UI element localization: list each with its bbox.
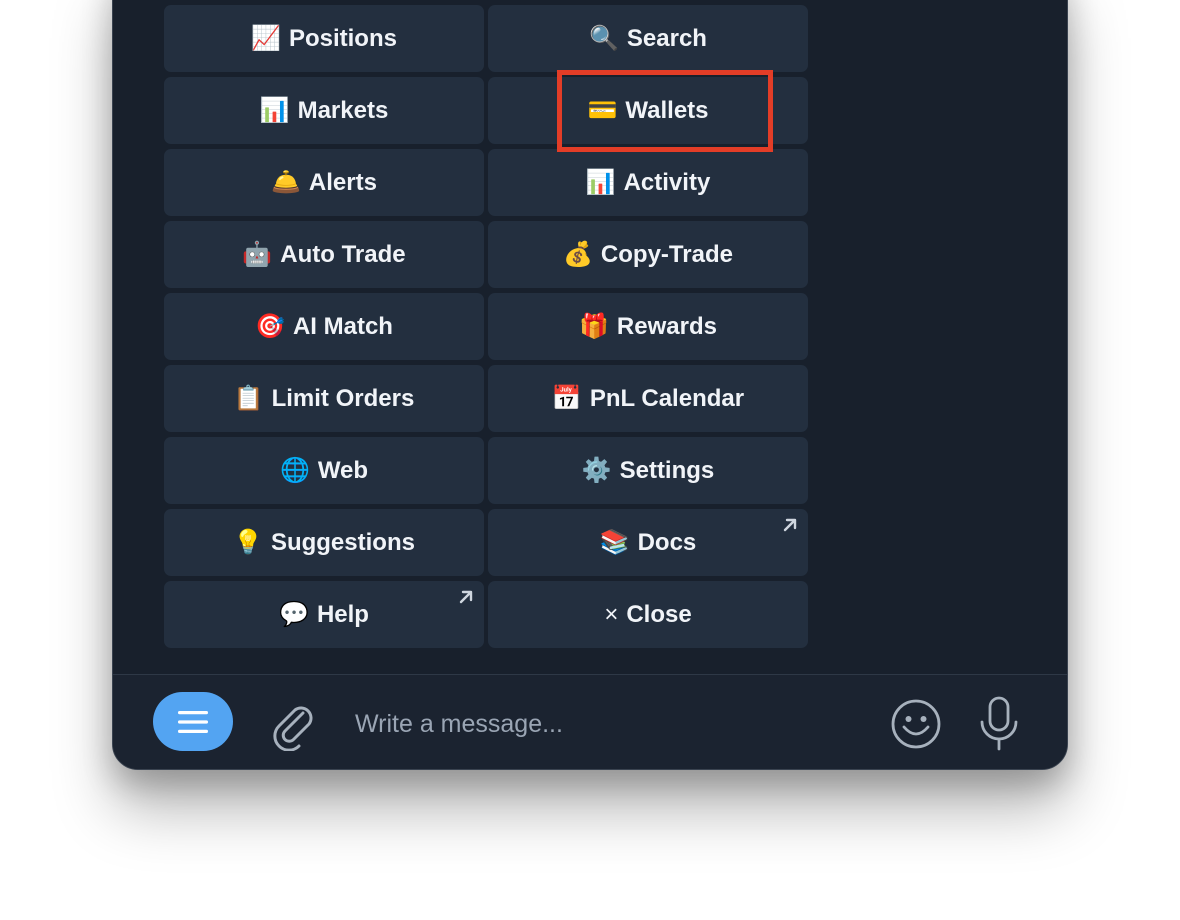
button-label: Positions: [288, 24, 397, 52]
magnifier-icon: 🔍: [589, 24, 619, 52]
button-label: Close: [626, 600, 692, 628]
ai-match-button[interactable]: 🎯 AI Match: [164, 293, 484, 360]
globe-icon: 🌐: [279, 456, 310, 484]
target-icon: 🎯: [255, 312, 285, 340]
chart-increasing-icon: 📈: [251, 24, 281, 52]
alerts-button[interactable]: 🛎️ Alerts: [164, 149, 484, 216]
button-label: Docs: [637, 528, 697, 556]
close-icon: ×: [604, 600, 619, 628]
button-label: Copy-Trade: [600, 240, 733, 268]
button-label: Suggestions: [270, 528, 415, 556]
button-label: Web: [317, 456, 369, 484]
menu-lines-icon: [178, 710, 208, 733]
bot-menu-button[interactable]: [153, 692, 233, 751]
bar-chart-icon: 📊: [259, 96, 290, 124]
activity-button[interactable]: 📊 Activity: [488, 149, 808, 216]
light-bulb-icon: 💡: [233, 528, 263, 556]
chat-window: 📈 Positions 🔍 Search 📊 Markets 💳 Wallets…: [112, 0, 1068, 770]
message-input[interactable]: [353, 695, 877, 753]
wallets-button[interactable]: 💳 Wallets: [488, 77, 808, 144]
gear-icon: ⚙️: [581, 456, 612, 484]
limit-orders-button[interactable]: 📋 Limit Orders: [164, 365, 484, 432]
button-label: Settings: [619, 456, 715, 484]
close-button[interactable]: × Close: [488, 581, 808, 648]
settings-button[interactable]: ⚙️ Settings: [488, 437, 808, 504]
microphone-icon[interactable]: [973, 695, 1025, 753]
button-label: Activity: [623, 168, 711, 196]
docs-button[interactable]: 📚 Docs: [488, 509, 808, 576]
pnl-calendar-button[interactable]: 📅 PnL Calendar: [488, 365, 808, 432]
credit-card-icon: 💳: [587, 96, 618, 124]
paperclip-icon[interactable]: [267, 699, 319, 751]
search-button[interactable]: 🔍 Search: [488, 5, 808, 72]
button-label: Auto Trade: [280, 240, 406, 268]
calendar-icon: 📅: [551, 384, 582, 412]
bot-reply-keyboard: 📈 Positions 🔍 Search 📊 Markets 💳 Wallets…: [113, 0, 1067, 674]
arrow-up-right-icon: [459, 590, 473, 604]
button-label: Alerts: [308, 168, 377, 196]
button-label: Markets: [297, 96, 389, 124]
rewards-button[interactable]: 🎁 Rewards: [488, 293, 808, 360]
auto-trade-button[interactable]: 🤖 Auto Trade: [164, 221, 484, 288]
message-composer: [113, 675, 1067, 769]
suggestions-button[interactable]: 💡 Suggestions: [164, 509, 484, 576]
button-label: PnL Calendar: [589, 384, 745, 412]
positions-button[interactable]: 📈 Positions: [164, 5, 484, 72]
bell-icon: 🛎️: [271, 168, 301, 196]
copy-trade-button[interactable]: 💰 Copy-Trade: [488, 221, 808, 288]
button-label: Help: [316, 600, 369, 628]
web-button[interactable]: 🌐 Web: [164, 437, 484, 504]
bar-chart-icon: 📊: [585, 168, 616, 196]
speech-bubble-icon: 💬: [279, 600, 309, 628]
button-label: Limit Orders: [271, 384, 415, 412]
arrow-up-right-icon: [783, 518, 797, 532]
books-icon: 📚: [599, 528, 630, 556]
button-label: Search: [626, 24, 707, 52]
smiley-icon[interactable]: [889, 697, 943, 751]
markets-button[interactable]: 📊 Markets: [164, 77, 484, 144]
money-bag-icon: 💰: [563, 240, 593, 268]
button-label: Wallets: [625, 96, 709, 124]
gift-icon: 🎁: [579, 312, 609, 340]
button-label: AI Match: [292, 312, 393, 340]
button-label: Rewards: [616, 312, 717, 340]
clipboard-icon: 📋: [233, 384, 264, 412]
robot-icon: 🤖: [242, 240, 273, 268]
help-button[interactable]: 💬 Help: [164, 581, 484, 648]
